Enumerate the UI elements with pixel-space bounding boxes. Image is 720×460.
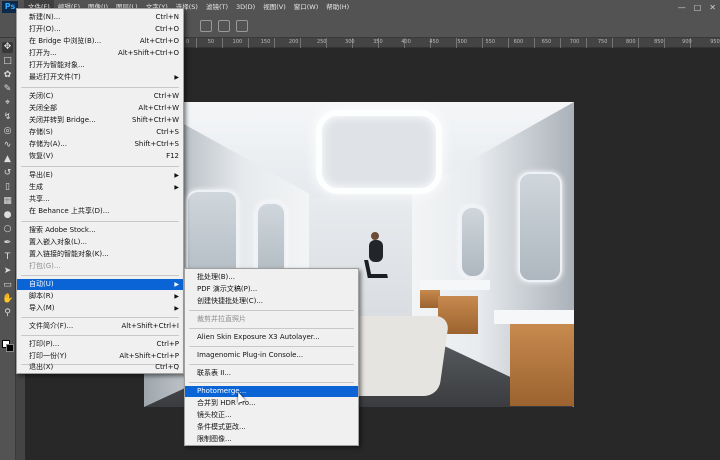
menu-item-browse-bridge[interactable]: 在 Bridge 中浏览(B)... Alt+Ctrl+O (17, 36, 183, 47)
dodge-icon[interactable]: ○ (2, 224, 13, 235)
gradient-icon[interactable]: ▦ (2, 196, 13, 207)
pen-icon[interactable]: ✒ (2, 238, 13, 249)
blur-icon[interactable]: ● (2, 210, 13, 221)
menu-item-share[interactable]: 共享... (17, 194, 183, 205)
menu-separator (21, 221, 179, 222)
submenu-item-create-droplet[interactable]: 创建快捷批处理(C)... (185, 296, 358, 307)
path-select-icon[interactable]: ➤ (2, 266, 13, 277)
submenu-arrow-icon: ▶ (174, 172, 179, 179)
menu-separator (189, 328, 354, 329)
shape-icon[interactable]: ▭ (2, 280, 13, 291)
menu-item-save[interactable]: 存储(S) Ctrl+S (17, 127, 183, 138)
lasso-icon[interactable]: ✿ (2, 70, 13, 81)
option-align-icon[interactable] (218, 20, 230, 32)
menu-separator (21, 275, 179, 276)
mirror (518, 172, 562, 282)
file-menu: 新建(N)... Ctrl+N 打开(O)... Ctrl+O 在 Bridge 中… (16, 8, 184, 374)
hand-icon[interactable]: ✋ (2, 294, 13, 305)
menu-item-recent-files[interactable]: 最近打开文件(T) ▶ (17, 72, 183, 83)
menu-separator (189, 310, 354, 311)
ceiling-light (316, 110, 442, 194)
submenu-item-pdf-presentation[interactable]: PDF 演示文稿(P)... (185, 284, 358, 295)
submenu-arrow-icon: ▶ (174, 74, 179, 81)
quick-select-icon[interactable]: ✎ (2, 84, 13, 95)
menu-separator (189, 364, 354, 365)
menu-item-share-behance[interactable]: 在 Behance 上共享(D)... (17, 206, 183, 217)
automate-submenu: 批处理(B)... PDF 演示文稿(P)... 创建快捷批处理(C)... 裁… (184, 268, 359, 446)
option-align-icon[interactable] (236, 20, 248, 32)
crop-icon[interactable]: ⌖ (2, 98, 13, 109)
menu-item-search-stock[interactable]: 搜索 Adobe Stock... (17, 225, 183, 236)
menu-item-open[interactable]: 打开(O)... Ctrl+O (17, 24, 183, 35)
menu-window[interactable]: 窗口(W) (290, 0, 323, 14)
photoshop-window: Ps 文件(F) 编辑(E) 图像(I) 图层(L) 文字(Y) 选择(S) 滤… (0, 0, 720, 460)
menu-item-place-linked[interactable]: 置入链接的智能对象(K)... (17, 249, 183, 260)
menu-item-package: 打包(G)... (29, 262, 61, 270)
menu-view[interactable]: 视图(V) (259, 0, 290, 14)
menu-item-new[interactable]: 新建(N)... Ctrl+N (17, 12, 183, 23)
submenu-item-contact-sheet[interactable]: 联系表 II... (185, 368, 358, 379)
submenu-arrow-icon: ▶ (174, 305, 179, 312)
menu-item-save-as[interactable]: 存储为(A)... Shift+Ctrl+S (17, 139, 183, 150)
menu-item-exit[interactable]: 退出(X) Ctrl+Q (17, 362, 183, 373)
move-icon[interactable]: ✥ (2, 42, 13, 53)
brush-icon[interactable]: ∿ (2, 140, 13, 151)
menu-separator (189, 346, 354, 347)
maximize-icon[interactable]: □ (694, 3, 702, 12)
submenu-arrow-icon: ▶ (174, 281, 179, 288)
menu-item-automate[interactable]: 自动(U) ▶ (17, 279, 183, 290)
minimize-icon[interactable]: — (678, 3, 686, 12)
menu-item-file-info[interactable]: 文件简介(F)... Alt+Shift+Ctrl+I (17, 321, 183, 332)
history-brush-icon[interactable]: ↺ (2, 168, 13, 179)
menu-3d[interactable]: 3D(D) (232, 0, 259, 14)
menu-separator (21, 166, 179, 167)
submenu-item-fit-image[interactable]: 限制图像... (185, 434, 358, 445)
menu-item-generate[interactable]: 生成 ▶ (17, 182, 183, 193)
menu-separator (189, 382, 354, 383)
menu-separator (21, 87, 179, 88)
submenu-arrow-icon: ▶ (174, 184, 179, 191)
submenu-item-batch[interactable]: 批处理(B)... (185, 272, 358, 283)
menu-help[interactable]: 帮助(H) (322, 0, 353, 14)
healing-icon[interactable]: ◎ (2, 126, 13, 137)
submenu-item-exposure-autolayer[interactable]: Alien Skin Exposure X3 Autolayer... (185, 332, 358, 343)
menu-item-open-smart-object[interactable]: 打开为智能对象... (17, 60, 183, 71)
submenu-item-imagenomic[interactable]: Imagenomic Plug-in Console... (185, 350, 358, 361)
close-icon[interactable]: ✕ (709, 3, 716, 12)
stamp-icon[interactable]: ▲ (2, 154, 13, 165)
menu-item-place-embedded[interactable]: 置入嵌入对象(L)... (17, 237, 183, 248)
ruler-numbers: 0 50 100 150 200 250 300 350 400 450 500 550 600 650 7… (186, 39, 720, 45)
option-align-icon[interactable] (200, 20, 212, 32)
menu-item-print[interactable]: 打印(P)... Ctrl+P (17, 339, 183, 350)
jumping-person (369, 240, 383, 262)
submenu-item-conditional-mode[interactable]: 条件模式更改... (185, 422, 358, 433)
menu-separator (21, 335, 179, 336)
zoom-icon[interactable]: ⚲ (2, 308, 13, 319)
mirror (460, 206, 486, 278)
window-controls: — □ ✕ (678, 0, 716, 14)
menu-item-close-go-bridge[interactable]: 关闭并转到 Bridge... Shift+Ctrl+W (17, 115, 183, 126)
submenu-item-photomerge[interactable]: Photomerge... (185, 386, 358, 397)
menu-item-close-all[interactable]: 关闭全部 Alt+Ctrl+W (17, 103, 183, 114)
menu-item-export[interactable]: 导出(E) ▶ (17, 170, 183, 181)
background-color-swatch[interactable] (6, 344, 14, 352)
submenu-item-crop-straighten: 裁剪并拉直照片 (197, 315, 246, 323)
tools-panel: ✥ □ ✿ ✎ ⌖ ↯ ◎ ∿ ▲ ↺ ▯ ▦ ● ○ ✒ T ➤ ▭ ✋ ⚲ (0, 38, 16, 460)
menu-item-print-one-copy[interactable]: 打印一份(Y) Alt+Shift+Ctrl+P (17, 351, 183, 362)
type-icon[interactable]: T (2, 252, 13, 263)
menu-item-revert[interactable]: 恢复(V) F12 (17, 151, 183, 162)
submenu-item-merge-hdr[interactable]: 合并到 HDR Pro... (185, 398, 358, 409)
menu-separator (21, 317, 179, 318)
submenu-arrow-icon: ▶ (174, 293, 179, 300)
eyedropper-icon[interactable]: ↯ (2, 112, 13, 123)
menu-item-scripts[interactable]: 脚本(R) ▶ (17, 291, 183, 302)
menu-filter[interactable]: 滤镜(T) (202, 0, 232, 14)
eraser-icon[interactable]: ▯ (2, 182, 13, 193)
menu-item-open-as[interactable]: 打开为... Alt+Shift+Ctrl+O (17, 48, 183, 59)
menu-item-close[interactable]: 关闭(C) Ctrl+W (17, 91, 183, 102)
menu-item-import[interactable]: 导入(M) ▶ (17, 303, 183, 314)
marquee-icon[interactable]: □ (2, 56, 13, 67)
submenu-item-lens-correction[interactable]: 镜头校正... (185, 410, 358, 421)
